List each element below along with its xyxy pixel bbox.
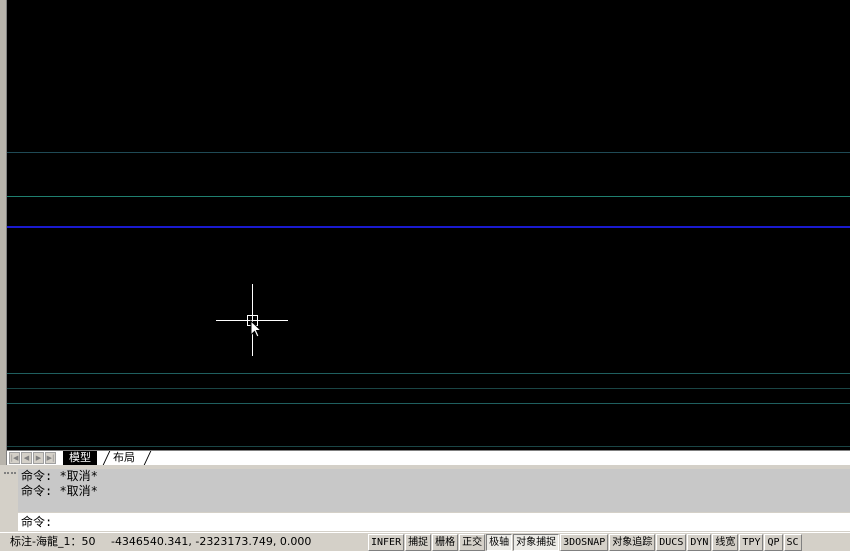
left-frame <box>0 0 7 465</box>
arrow-pointer-icon <box>250 320 262 338</box>
toggle-dyn[interactable]: DYN <box>687 534 712 551</box>
command-history-line: 命令: *取消* <box>21 469 98 483</box>
toggle-ducs[interactable]: DUCS <box>656 534 687 551</box>
cursor-coordinates[interactable]: -4346540.341, -2323173.749, 0.000 <box>111 535 311 548</box>
drawing-canvas[interactable] <box>7 0 850 450</box>
toggle-snap[interactable]: 捕捉 <box>405 534 432 551</box>
toggle-osnap[interactable]: 对象捕捉 <box>513 534 560 551</box>
next-tab-icon[interactable]: ▶ <box>33 452 44 464</box>
toggle-infer[interactable]: INFER <box>368 534 405 551</box>
drawing-line <box>7 196 850 197</box>
toggle-polar[interactable]: 极轴 <box>486 534 513 551</box>
command-history: 命令: *取消* 命令: *取消* <box>18 469 850 512</box>
annotation-scale[interactable]: 标注-海龍_1：50 <box>10 535 95 548</box>
drawing-line <box>7 446 850 447</box>
command-prompt: 命令: <box>21 515 53 529</box>
drawing-line <box>7 226 850 228</box>
tab-model[interactable]: 模型 <box>63 451 97 465</box>
toggle-lineweight[interactable]: 线宽 <box>712 534 739 551</box>
status-info: 标注-海龍_1：50 -4346540.341, -2323173.749, 0… <box>10 533 311 550</box>
first-tab-icon[interactable]: |◀ <box>9 452 20 464</box>
toggle-tpy[interactable]: TPY <box>739 534 764 551</box>
toggle-sc[interactable]: SC <box>783 534 802 551</box>
command-input[interactable]: 命令: <box>18 513 850 531</box>
toggle-ortho[interactable]: 正交 <box>459 534 486 551</box>
tab-separator <box>143 451 152 465</box>
tab-layout[interactable]: 布局 <box>107 451 141 465</box>
toggle-qp[interactable]: QP <box>764 534 783 551</box>
drawing-line <box>7 403 850 404</box>
drawing-line <box>7 388 850 389</box>
drawing-line <box>7 373 850 374</box>
toggle-otrack[interactable]: 对象追踪 <box>609 534 656 551</box>
drawing-line <box>7 152 850 153</box>
toggle-3dosnap[interactable]: 3DOSNAP <box>560 534 609 551</box>
command-window: 命令: *取消* 命令: *取消* 命令: <box>0 465 850 532</box>
layout-tab-bar: |◀ ◀ ▶ ▶| 模型 布局 <box>7 450 850 466</box>
last-tab-icon[interactable]: ▶| <box>45 452 56 464</box>
command-grip-handle[interactable] <box>4 472 16 478</box>
command-history-line: 命令: *取消* <box>21 484 98 498</box>
status-bar: 标注-海龍_1：50 -4346540.341, -2323173.749, 0… <box>0 532 850 551</box>
status-toggles: INFER 捕捉 栅格 正交 极轴 对象捕捉 3DOSNAP 对象追踪 DUCS… <box>368 534 803 551</box>
prev-tab-icon[interactable]: ◀ <box>21 452 32 464</box>
toggle-grid[interactable]: 栅格 <box>432 534 459 551</box>
